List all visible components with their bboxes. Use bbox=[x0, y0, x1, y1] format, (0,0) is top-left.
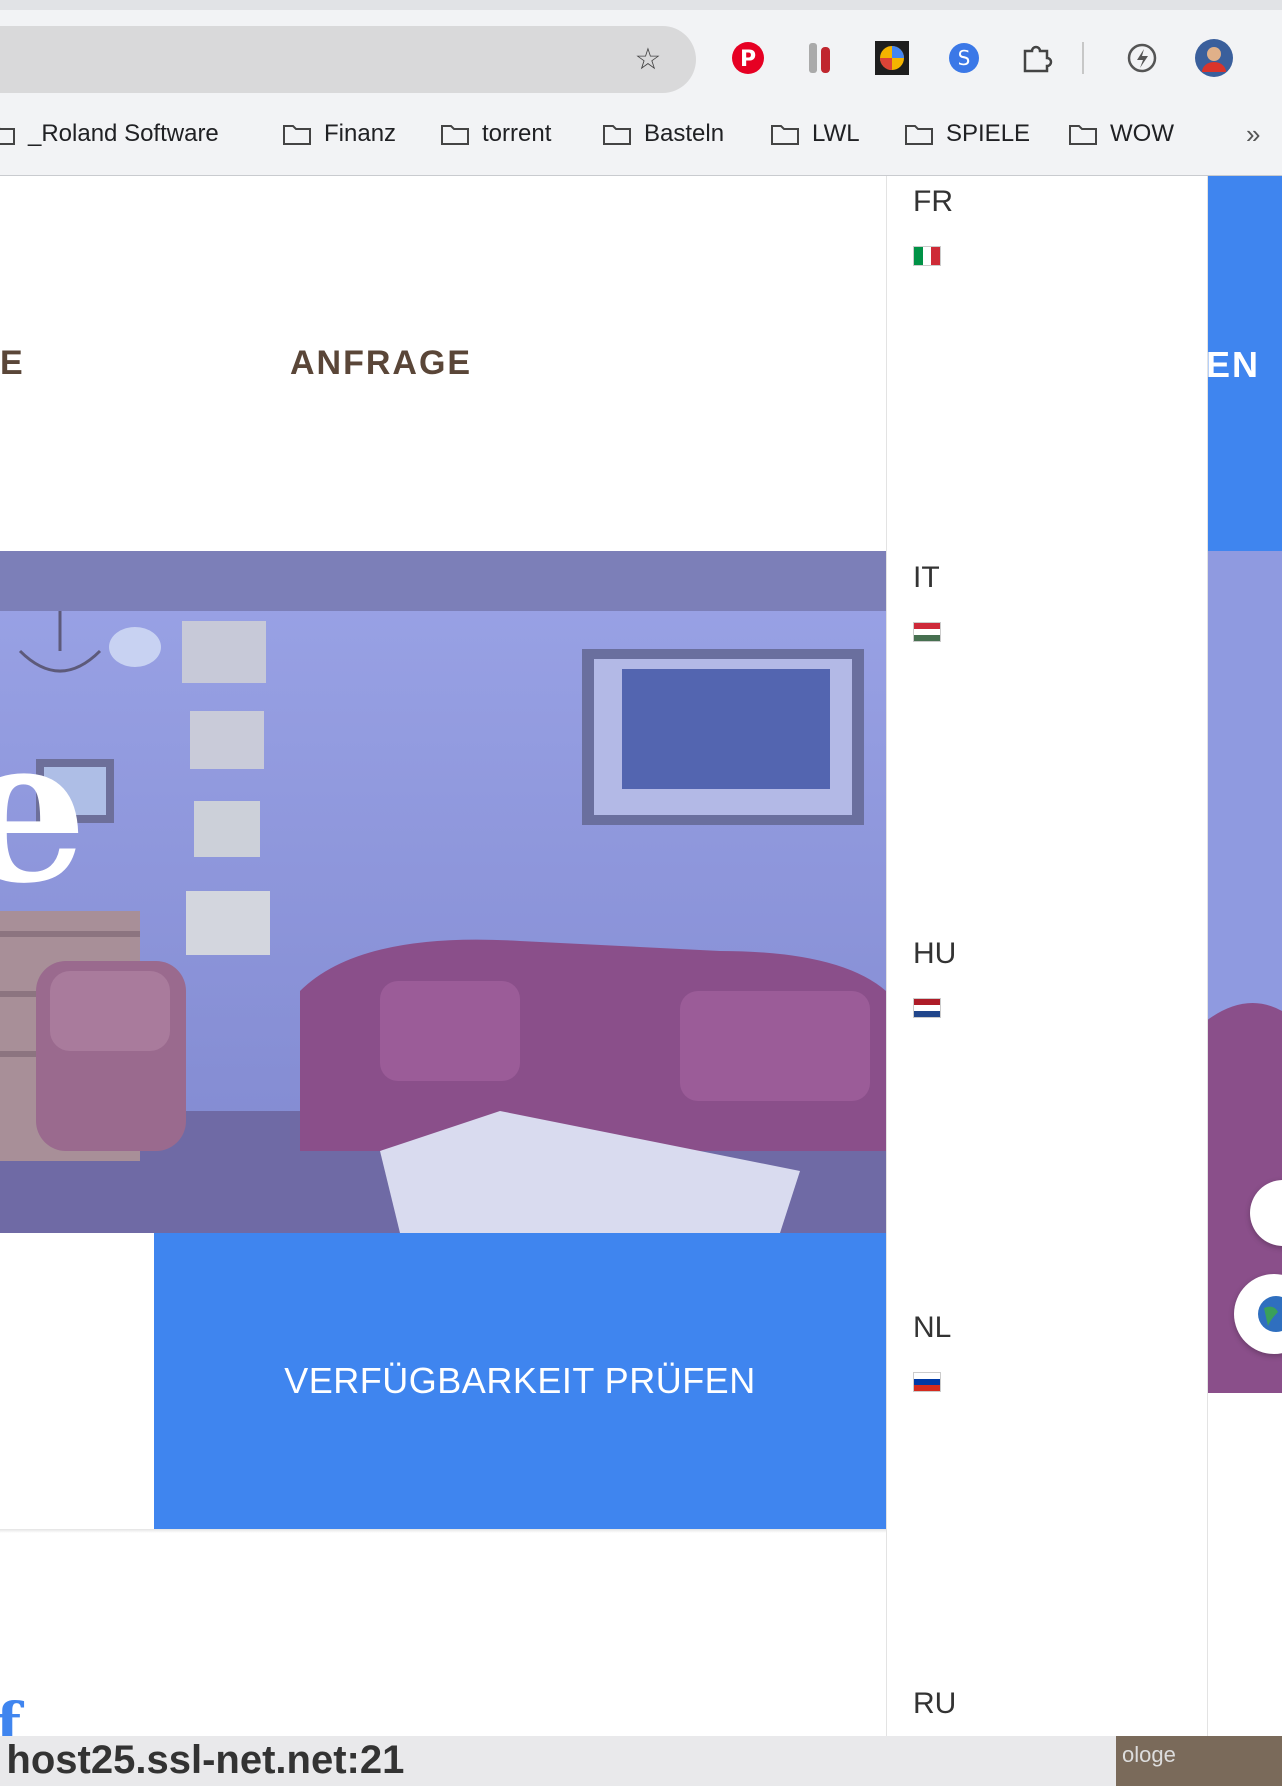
puzzle-extensions-icon[interactable] bbox=[1014, 36, 1058, 80]
bookmark-basteln[interactable]: Basteln bbox=[602, 112, 724, 156]
language-dropdown: FR IT HU NL RU bbox=[886, 176, 1208, 1736]
bookmarks-bar: _Roland Software Finanz torrent Basteln … bbox=[0, 112, 1282, 156]
language-option-ru[interactable]: RU bbox=[913, 1684, 1173, 1736]
bookmark-label: _Roland Software bbox=[28, 120, 219, 147]
language-option-hu[interactable]: HU bbox=[913, 934, 1173, 1054]
bookmark-label: torrent bbox=[482, 120, 552, 147]
bookmark-label: WOW bbox=[1110, 120, 1174, 147]
hungary-flag-icon bbox=[913, 622, 941, 642]
language-option-nl[interactable]: NL bbox=[913, 1308, 1173, 1428]
pinterest-icon[interactable]: P bbox=[726, 36, 770, 80]
language-code: RU bbox=[913, 1687, 957, 1720]
folder-icon bbox=[771, 125, 799, 145]
hero-heading-partial bbox=[0, 551, 800, 621]
nav-item-partial[interactable]: E bbox=[0, 344, 25, 383]
globe-icon bbox=[1258, 1296, 1282, 1332]
hero-image-right bbox=[1206, 551, 1282, 1393]
bookmark-roland-software[interactable]: _Roland Software bbox=[0, 112, 219, 156]
profile-avatar-icon[interactable] bbox=[1192, 36, 1236, 80]
browser-chrome: ☆ P S _Roland Software Finanz torrent Ba… bbox=[0, 0, 1282, 176]
bookmark-star-icon[interactable]: ☆ bbox=[628, 40, 668, 80]
italy-flag-icon bbox=[913, 246, 941, 266]
cta-column[interactable]: EN bbox=[1206, 176, 1282, 551]
bookmark-label: LWL bbox=[812, 120, 860, 147]
facebook-icon[interactable]: f bbox=[0, 1690, 21, 1736]
folder-icon bbox=[603, 125, 631, 145]
status-right-text: ologe bbox=[1122, 1742, 1176, 1767]
tab-strip bbox=[0, 0, 1282, 10]
bookmark-label: SPIELE bbox=[946, 120, 1031, 147]
web-page: E ANFRAGE e VERFÜGBARKEIT PRÜFEN f EN FR… bbox=[0, 176, 1282, 1736]
check-availability-button[interactable]: VERFÜGBARKEIT PRÜFEN bbox=[154, 1233, 886, 1529]
hero-image: e bbox=[0, 551, 886, 1233]
address-bar[interactable] bbox=[0, 26, 696, 93]
lightning-icon[interactable] bbox=[1120, 36, 1164, 80]
language-option-fr[interactable]: FR bbox=[913, 182, 1173, 302]
bookmark-spiele[interactable]: SPIELE bbox=[904, 112, 1030, 156]
folder-icon bbox=[905, 125, 933, 145]
booking-field[interactable] bbox=[0, 1233, 154, 1529]
status-url: : host25.ssl-net.net:21 bbox=[0, 1738, 405, 1782]
bookmarks-overflow-icon[interactable]: » bbox=[1246, 112, 1260, 156]
bookmark-lwl[interactable]: LWL bbox=[770, 112, 860, 156]
bookmark-wow[interactable]: WOW bbox=[1068, 112, 1174, 156]
browser-status-bar: : host25.ssl-net.net:21 ologe bbox=[0, 1736, 1282, 1786]
living-room-photo bbox=[0, 551, 886, 1233]
status-right-image: ologe bbox=[1116, 1736, 1282, 1786]
bookmark-label: Basteln bbox=[644, 120, 725, 147]
russia-flag-icon bbox=[913, 1372, 941, 1392]
bookmark-finanz[interactable]: Finanz bbox=[282, 112, 396, 156]
nav-item-anfrage[interactable]: ANFRAGE bbox=[290, 344, 472, 383]
language-code: HU bbox=[913, 937, 957, 970]
svg-text:P: P bbox=[740, 47, 756, 72]
folder-icon bbox=[1069, 125, 1097, 145]
toolbar-divider bbox=[1078, 36, 1088, 80]
hero-heading-letter: e bbox=[0, 693, 88, 928]
folder-icon bbox=[0, 127, 15, 145]
netherlands-flag-icon bbox=[913, 998, 941, 1018]
language-code: IT bbox=[913, 561, 940, 594]
cta-column-label: EN bbox=[1206, 344, 1261, 385]
wine-tools-icon[interactable] bbox=[798, 36, 842, 80]
svg-text:S: S bbox=[958, 46, 971, 70]
bookmark-label: Finanz bbox=[324, 120, 397, 147]
language-code: NL bbox=[913, 1311, 952, 1344]
living-room-photo-right bbox=[1206, 551, 1282, 1393]
language-code: FR bbox=[913, 185, 953, 218]
folder-icon bbox=[283, 125, 311, 145]
blue-s-icon[interactable]: S bbox=[942, 36, 986, 80]
booking-bar-shadow bbox=[0, 1529, 886, 1533]
bookmark-torrent[interactable]: torrent bbox=[440, 112, 551, 156]
colorful-tile-icon[interactable] bbox=[870, 36, 914, 80]
language-option-it[interactable]: IT bbox=[913, 558, 1173, 678]
folder-icon bbox=[441, 125, 469, 145]
